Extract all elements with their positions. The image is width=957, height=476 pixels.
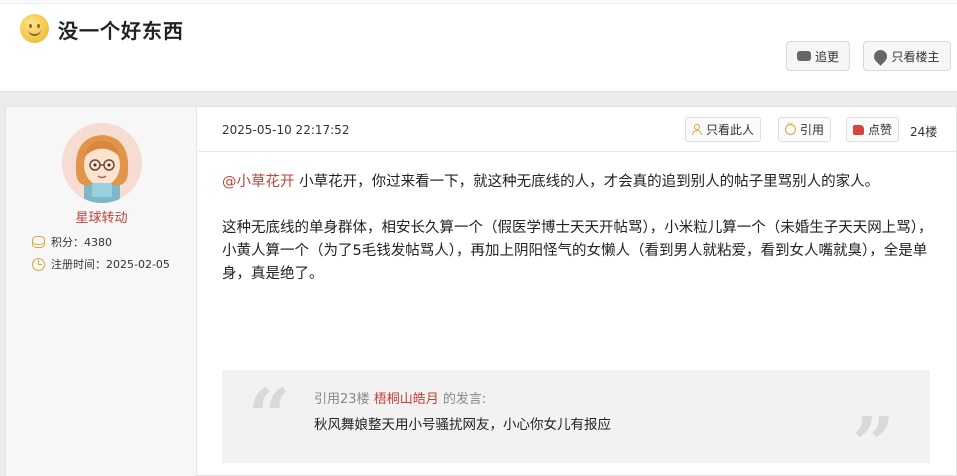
like-button[interactable]: 点赞 — [846, 117, 899, 142]
open-quote-icon: “ — [248, 374, 291, 460]
quote-suffix: 的发言: — [438, 392, 487, 407]
follow-label: 追更 — [814, 49, 839, 64]
quote-header: 引用23楼 梧桐山皓月 的发言: — [314, 388, 486, 407]
post-card: 星球转动 积分：4380 注册时间：2025-02-05 2025-05-10 … — [5, 106, 957, 476]
post-paragraph-text: 小草花开，你过来看一下，就这种无底线的人，才会真的追到别人的帖子里骂别人的家人。 — [294, 174, 880, 190]
smiley-icon — [20, 14, 49, 43]
mention-link[interactable]: @小草花开 — [222, 174, 295, 190]
close-quote-icon: ” — [852, 402, 895, 476]
coins-icon — [32, 236, 45, 248]
view-this-user-button[interactable]: 只看此人 — [685, 117, 761, 142]
floor-number: 24楼 — [910, 125, 938, 139]
post-meta-bar: 2025-05-10 22:17:52 只看此人 引用 点赞 24楼 — [198, 107, 956, 152]
thread-title: 没一个好东西 — [58, 19, 184, 43]
post-paragraph: 这种无底线的单身群体，相安长久算一个（假医学博士天天开帖骂），小米粒儿算一个（未… — [222, 220, 933, 282]
person-icon — [691, 124, 702, 135]
author-sidebar: 星球转动 积分：4380 注册时间：2025-02-05 — [6, 107, 197, 476]
post-content: @小草花开 小草花开，你过来看一下，就这种无底线的人，才会真的追到别人的帖子里骂… — [222, 171, 944, 286]
quote-label: 引用 — [799, 123, 824, 137]
quoted-reply: “ ” 引用23楼 梧桐山皓月 的发言: 秋风舞娘整天用小号骚扰网友，小心你女儿… — [222, 370, 930, 476]
thread-header: 没一个好东西 追更 只看楼主 — [0, 0, 957, 92]
like-label: 点赞 — [867, 123, 892, 137]
view-this-user-label: 只看此人 — [705, 123, 754, 137]
post-datetime: 2025-05-10 22:17:52 — [222, 123, 350, 137]
register-label: 注册时间： — [51, 258, 106, 271]
register-value: 2025-02-05 — [106, 258, 170, 271]
quoted-user-link[interactable]: 梧桐山皓月 — [374, 392, 439, 407]
author-register-date: 注册时间：2025-02-05 — [32, 256, 170, 272]
post-paragraph: @小草花开 小草花开，你过来看一下，就这种无底线的人，才会真的追到别人的帖子里骂… — [222, 171, 944, 194]
quote-icon — [784, 119, 796, 135]
author-points: 积分：4380 — [32, 234, 112, 250]
top-divider — [0, 0, 957, 4]
points-label: 积分： — [51, 236, 84, 249]
avatar[interactable] — [62, 123, 142, 203]
follow-button[interactable]: 追更 — [786, 41, 850, 71]
quote-button[interactable]: 引用 — [778, 117, 831, 142]
thumb-up-icon — [852, 124, 864, 135]
view-op-only-label: 只看楼主 — [891, 49, 940, 64]
chat-icon — [796, 46, 811, 61]
quote-prefix: 引用23楼 — [314, 392, 374, 407]
view-op-only-button[interactable]: 只看楼主 — [863, 41, 951, 71]
drop-icon — [871, 46, 891, 66]
clock-icon — [32, 257, 45, 271]
points-value: 4380 — [84, 236, 112, 249]
post-main: 2025-05-10 22:17:52 只看此人 引用 点赞 24楼 @小草花开… — [198, 107, 956, 476]
author-name[interactable]: 星球转动 — [6, 207, 197, 226]
quoted-text: 秋风舞娘整天用小号骚扰网友，小心你女儿有报应 — [314, 417, 611, 433]
